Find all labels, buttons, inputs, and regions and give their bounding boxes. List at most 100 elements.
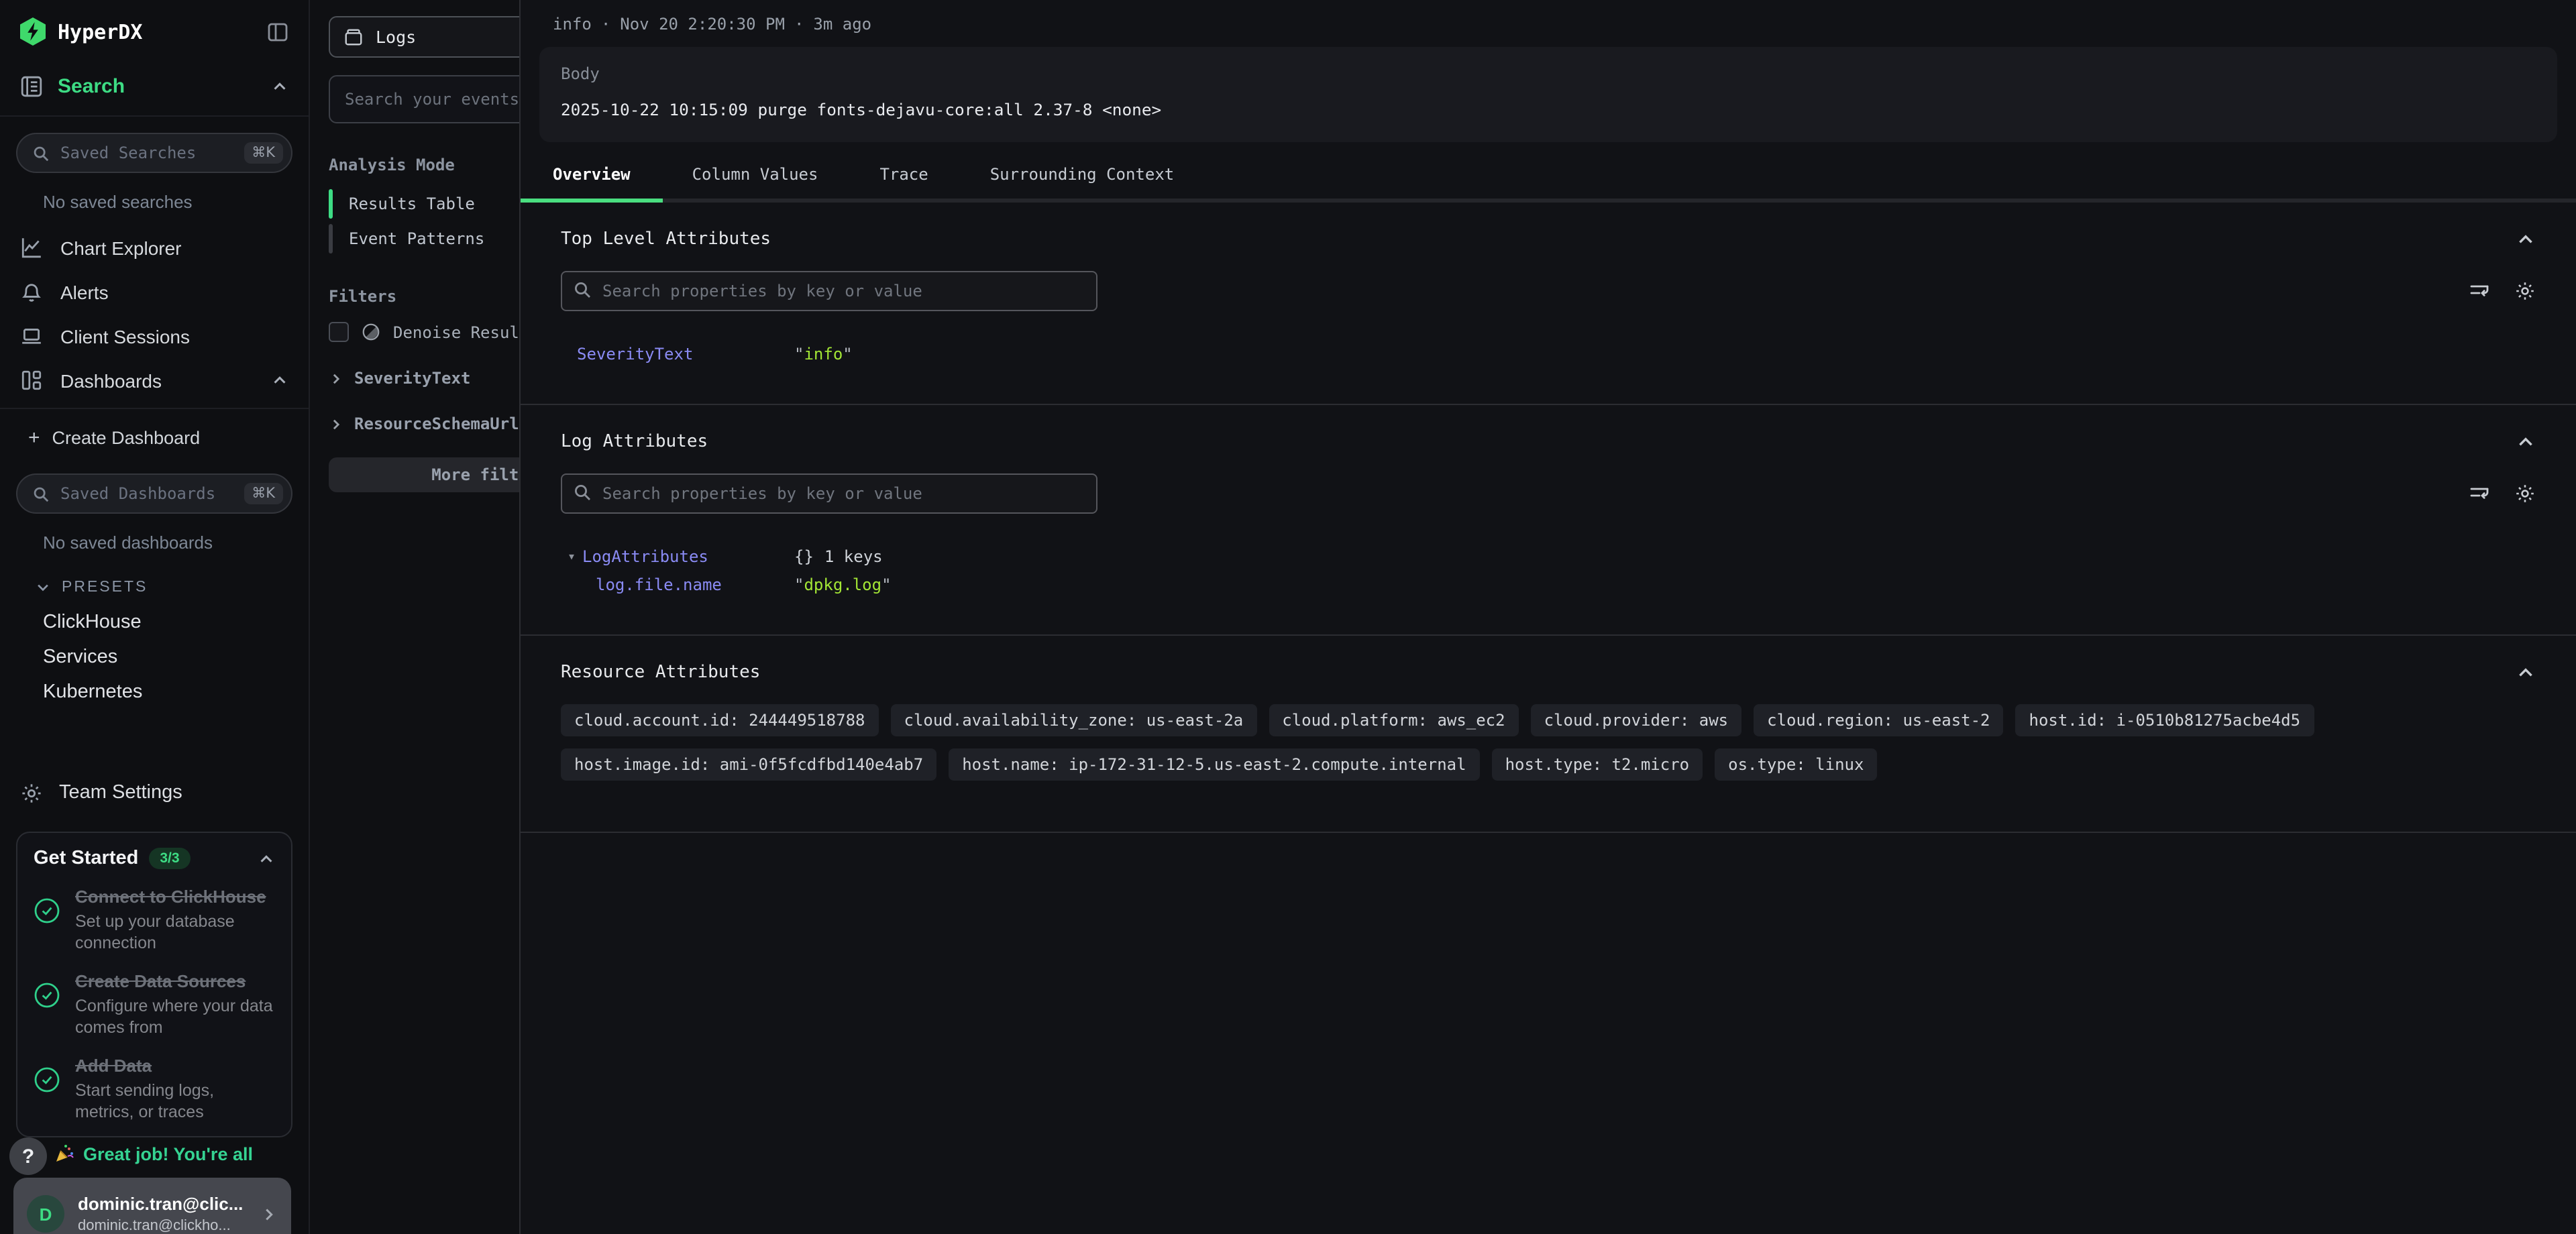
attribute-value[interactable]: "dpkg.log" [794, 571, 892, 600]
sidebar: HyperDX Search Saved Searches ⌘K No save… [0, 0, 310, 1234]
shortcut-badge: ⌘K [244, 142, 283, 164]
chevron-up-icon[interactable] [258, 850, 275, 867]
tab-surrounding-context[interactable]: Surrounding Context [990, 165, 1175, 199]
sidebar-item-chart-explorer[interactable]: Chart Explorer [0, 225, 309, 270]
get-started-card: Get Started 3/3 Connect to ClickHouse Se… [16, 832, 292, 1137]
tab-column-values[interactable]: Column Values [692, 165, 818, 199]
event-search-input[interactable] [329, 75, 519, 123]
resource-chip[interactable]: cloud.region: us-east-2 [1754, 704, 2003, 736]
resource-chip[interactable]: host.image.id: ami-0f5fcdfbd140e4ab7 [561, 748, 936, 781]
presets-toggle[interactable]: PRESETS [35, 579, 309, 596]
chevron-up-icon[interactable] [271, 78, 288, 95]
gear-icon[interactable] [2514, 280, 2536, 302]
collapse-section-icon[interactable] [2516, 432, 2536, 452]
chart-icon [20, 236, 43, 259]
spacer [0, 703, 309, 770]
resource-chip[interactable]: host.name: ip-172-31-12-5.us-east-2.comp… [949, 748, 1479, 781]
resource-chip[interactable]: cloud.availability_zone: us-east-2a [891, 704, 1257, 736]
resource-chip[interactable]: os.type: linux [1715, 748, 1877, 781]
create-dashboard-button[interactable]: + Create Dashboard [28, 417, 309, 457]
saved-dashboards-placeholder: Saved Dashboards [60, 484, 233, 503]
tab-overview[interactable]: Overview [553, 165, 631, 199]
denoise-results-toggle[interactable]: Denoise Results [329, 322, 519, 342]
attribute-value[interactable]: "info" [794, 341, 853, 369]
collapse-sidebar-icon[interactable] [267, 21, 288, 42]
section-log-attributes: Log Attributes [521, 405, 2576, 636]
resource-chip[interactable]: cloud.account.id: 244449518788 [561, 704, 879, 736]
preset-clickhouse[interactable]: ClickHouse [43, 612, 309, 633]
plus-icon: + [28, 426, 40, 449]
gear-icon[interactable] [2514, 483, 2536, 504]
search-panel-icon [20, 75, 43, 98]
collapse-section-icon[interactable] [2516, 229, 2536, 249]
tab-trace[interactable]: Trace [879, 165, 928, 199]
wrap-lines-icon[interactable] [2469, 280, 2490, 302]
body-text: 2025-10-22 10:15:09 purge fonts-dejavu-c… [561, 101, 2536, 119]
sidebar-item-client-sessions[interactable]: Client Sessions [0, 314, 309, 358]
event-header: info·Nov 20 2:20:30 PM·3m ago [521, 0, 2576, 34]
resource-chip[interactable]: host.id: i-0510b81275acbe4d5 [2016, 704, 2314, 736]
source-select[interactable]: Logs [329, 16, 519, 58]
more-filters-button[interactable]: More filters [329, 457, 519, 492]
attribute-tree-root[interactable]: ▾ LogAttributes {}1 keys [561, 543, 2536, 571]
sidebar-item-label: Search [58, 75, 256, 98]
party-popper-icon [54, 1143, 75, 1164]
log-attributes-search-input[interactable] [561, 473, 1097, 514]
get-started-header[interactable]: Get Started 3/3 [34, 848, 275, 869]
body-card: Body 2025-10-22 10:15:09 purge fonts-dej… [539, 47, 2557, 142]
no-saved-searches-note: No saved searches [43, 192, 309, 212]
attribute-key[interactable]: log.file.name [596, 571, 794, 600]
step-connect-clickhouse[interactable]: Connect to ClickHouse Set up your databa… [34, 887, 275, 954]
create-dashboard-label: Create Dashboard [52, 427, 201, 447]
step-create-data-sources[interactable]: Create Data Sources Configure where your… [34, 971, 275, 1038]
saved-dashboards-input[interactable]: Saved Dashboards ⌘K [16, 473, 292, 514]
resource-chip[interactable]: cloud.provider: aws [1531, 704, 1742, 736]
step-desc: Start sending logs, metrics, or traces [75, 1080, 275, 1123]
logo[interactable]: HyperDX [20, 17, 142, 46]
step-add-data[interactable]: Add Data Start sending logs, metrics, or… [34, 1056, 275, 1123]
resource-chip[interactable]: host.type: t2.micro [1492, 748, 1703, 781]
mode-event-patterns[interactable]: Event Patterns [329, 223, 519, 255]
attribute-key[interactable]: LogAttributes [582, 543, 794, 571]
dashboards-grid-icon [20, 369, 43, 392]
mode-results-table[interactable]: Results Table [329, 188, 519, 220]
source-select-label: Logs [376, 27, 416, 47]
collapse-section-icon[interactable] [2516, 663, 2536, 683]
detail-tabs: Overview Column Values Trace Surrounding… [521, 165, 2576, 203]
resource-chip[interactable]: cloud.platform: aws_ec2 [1269, 704, 1518, 736]
hyperdx-logo-icon [20, 17, 46, 46]
inactive-mode-indicator [329, 224, 333, 254]
sidebar-item-team-settings[interactable]: Team Settings [0, 770, 309, 816]
preset-kubernetes[interactable]: Kubernetes [43, 681, 309, 703]
section-title: Log Attributes [561, 432, 708, 452]
denoise-label: Denoise Results [393, 323, 519, 341]
analysis-mode-label: Analysis Mode [329, 156, 519, 174]
sidebar-item-alerts[interactable]: Alerts [0, 270, 309, 314]
sidebar-item-label: Chart Explorer [60, 237, 288, 258]
shortcut-badge: ⌘K [244, 483, 283, 504]
sidebar-item-label: Dashboards [60, 370, 254, 391]
step-desc: Configure where your data comes from [75, 995, 275, 1038]
tree-caret-icon[interactable]: ▾ [568, 543, 582, 571]
wrap-lines-icon[interactable] [2469, 483, 2490, 504]
filter-group-resourceschemaurl[interactable]: ResourceSchemaUrl [329, 414, 519, 433]
top-level-attributes-search-input[interactable] [561, 271, 1097, 311]
avatar: D [27, 1195, 64, 1233]
chevron-up-icon[interactable] [271, 372, 288, 389]
saved-searches-input[interactable]: Saved Searches ⌘K [16, 133, 292, 173]
help-button[interactable]: ? [9, 1137, 47, 1175]
user-menu[interactable]: D dominic.tran@clic... dominic.tran@clic… [13, 1178, 291, 1234]
dot-separator: · [794, 15, 804, 34]
search-filters-panel: Logs Analysis Mode Results Table Event P… [310, 0, 519, 1234]
section-title: Resource Attributes [561, 663, 760, 683]
active-mode-indicator [329, 189, 333, 219]
celebration-row: Great job! You're all [54, 1143, 253, 1164]
sidebar-item-search[interactable]: Search [0, 59, 309, 117]
check-circle-icon [34, 1066, 60, 1123]
sidebar-item-dashboards[interactable]: Dashboards [0, 358, 309, 402]
attribute-key[interactable]: SeverityText [577, 341, 794, 369]
preset-services[interactable]: Services [43, 647, 309, 668]
filter-group-severitytext[interactable]: SeverityText [329, 369, 519, 388]
object-braces: {} [794, 547, 814, 566]
denoise-checkbox[interactable] [329, 322, 349, 342]
